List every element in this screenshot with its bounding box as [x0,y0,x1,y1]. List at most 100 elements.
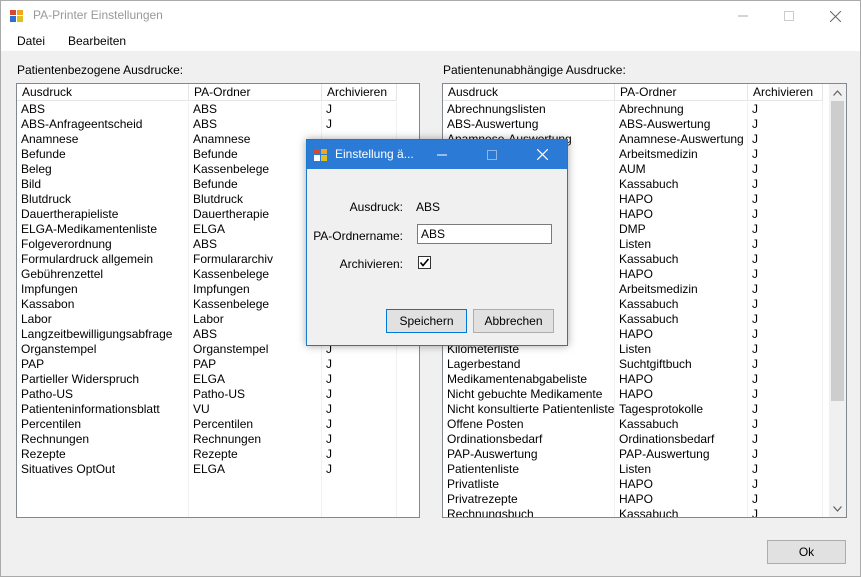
table-row[interactable]: Nicht gebuchte Medikamente HAPO J [443,387,823,402]
ok-button[interactable]: Ok [767,540,846,564]
left-col-pa-ordner[interactable]: PA-Ordner [189,84,322,101]
dialog-close-icon[interactable] [519,140,565,169]
left-cell: ABS-Anfrageentscheid [17,117,189,132]
right-cell: Suchtgiftbuch [615,357,748,372]
left-cell: Anamnese [189,132,322,147]
dialog-minimize-icon[interactable] [419,140,465,169]
right-cell: J [748,297,823,312]
table-row[interactable]: Nicht konsultierte Patientenliste Tagespr… [443,402,823,417]
right-col-pa-ordner[interactable]: PA-Ordner [615,84,748,101]
right-cell: Rechnungsbuch [443,507,615,517]
table-row[interactable]: Patho-US Patho-US J [17,387,397,402]
table-row[interactable]: Offene Posten Kassabuch J [443,417,823,432]
left-cell: Langzeitbewilligungsabfrage [17,327,189,342]
left-cell: Gebührenzettel [17,267,189,282]
left-col-ausdruck[interactable]: Ausdruck [17,84,189,101]
right-cell: Abrechnung [615,102,748,117]
left-cell: Kassenbelege [189,267,322,282]
right-cell: J [748,147,823,162]
left-cell: J [322,117,397,132]
table-row[interactable]: Rechnungen Rechnungen J [17,432,397,447]
table-row[interactable]: Situatives OptOut ELGA J [17,462,397,477]
right-cell: Ordinationsbedarf [615,432,748,447]
right-cell: ABS-Auswertung [443,117,615,132]
table-row[interactable]: Ordinationsbedarf Ordinationsbedarf J [443,432,823,447]
table-row[interactable]: ABS-Anfrageentscheid ABS J [17,117,397,132]
ordnername-input[interactable] [417,224,552,244]
left-cell: PAP [189,357,322,372]
left-cell: ABS [189,117,322,132]
scroll-up-icon[interactable] [829,84,846,101]
dialog-title-bar: Einstellung ä... [307,140,567,169]
right-cell: DMP [615,222,748,237]
right-cell: Kassabuch [615,417,748,432]
edit-dialog: Einstellung ä... Ausdruck: ABS PA-Ordner… [306,139,568,346]
left-cell: ABS [189,237,322,252]
right-cell: J [748,507,823,517]
cancel-button[interactable]: Abbrechen [473,309,554,333]
right-cell: J [748,342,823,357]
right-cell: J [748,447,823,462]
right-cell: Nicht gebuchte Medikamente [443,387,615,402]
table-row[interactable]: Lagerbestand Suchtgiftbuch J [443,357,823,372]
left-col-archivieren[interactable]: Archivieren [322,84,397,101]
table-row[interactable]: Percentilen Percentilen J [17,417,397,432]
left-cell: Impfungen [189,282,322,297]
right-scrollbar[interactable] [829,84,846,517]
table-row[interactable]: Privatliste HAPO J [443,477,823,492]
title-bar: PA-Printer Einstellungen [1,1,860,31]
table-row[interactable]: Privatrezepte HAPO J [443,492,823,507]
right-col-archivieren[interactable]: Archivieren [748,84,823,101]
right-cell: PAP-Auswertung [443,447,615,462]
close-icon[interactable] [812,1,858,31]
right-cell: ABS-Auswertung [615,117,748,132]
scroll-thumb[interactable] [831,101,844,401]
menu-bearbeiten[interactable]: Bearbeiten [68,34,126,48]
table-row[interactable]: Rechnungsbuch Kassabuch J [443,507,823,517]
left-cell: Organstempel [189,342,322,357]
right-cell: J [748,462,823,477]
table-row[interactable]: Rezepte Rezepte J [17,447,397,462]
right-cell: Lagerbestand [443,357,615,372]
table-row[interactable]: PAP PAP J [17,357,397,372]
left-cell: Rezepte [17,447,189,462]
left-cell: J [322,357,397,372]
table-row[interactable]: Patientenliste Listen J [443,462,823,477]
right-cell: Listen [615,462,748,477]
dialog-maximize-icon[interactable] [469,140,515,169]
right-cell: Listen [615,342,748,357]
right-cell: J [748,387,823,402]
table-row[interactable]: Partieller Widerspruch ELGA J [17,372,397,387]
save-button[interactable]: Speichern [386,309,467,333]
left-cell: PAP [17,357,189,372]
right-cell: Kassabuch [615,312,748,327]
left-cell: Percentilen [189,417,322,432]
left-cell: J [322,372,397,387]
right-cell: J [748,117,823,132]
minimize-icon[interactable] [720,1,766,31]
archivieren-checkbox[interactable] [418,256,431,269]
left-cell: Dauertherapie [189,207,322,222]
right-cell: HAPO [615,192,748,207]
left-group-label: Patientenbezogene Ausdrucke: [17,63,184,77]
checkmark-icon [419,258,430,267]
scroll-down-icon[interactable] [829,500,846,517]
table-row[interactable]: ABS ABS J [17,102,397,117]
table-row[interactable]: Patienteninformationsblatt VU J [17,402,397,417]
right-cell: J [748,177,823,192]
left-cell: ELGA [189,462,322,477]
ausdruck-value: ABS [416,200,441,214]
menu-datei[interactable]: Datei [17,34,45,48]
maximize-icon[interactable] [766,1,812,31]
left-cell: J [322,417,397,432]
table-row[interactable]: PAP-Auswertung PAP-Auswertung J [443,447,823,462]
right-cell: Kassabuch [615,252,748,267]
table-row[interactable]: ABS-Auswertung ABS-Auswertung J [443,117,823,132]
right-col-ausdruck[interactable]: Ausdruck [443,84,615,101]
right-group-label: Patientenunabhängige Ausdrucke: [443,63,626,77]
table-row[interactable]: Abrechnungslisten Abrechnung J [443,102,823,117]
right-cell: AUM [615,162,748,177]
dialog-title: Einstellung ä... [335,147,414,161]
right-cell: Ordinationsbedarf [443,432,615,447]
table-row[interactable]: Medikamentenabgabeliste HAPO J [443,372,823,387]
